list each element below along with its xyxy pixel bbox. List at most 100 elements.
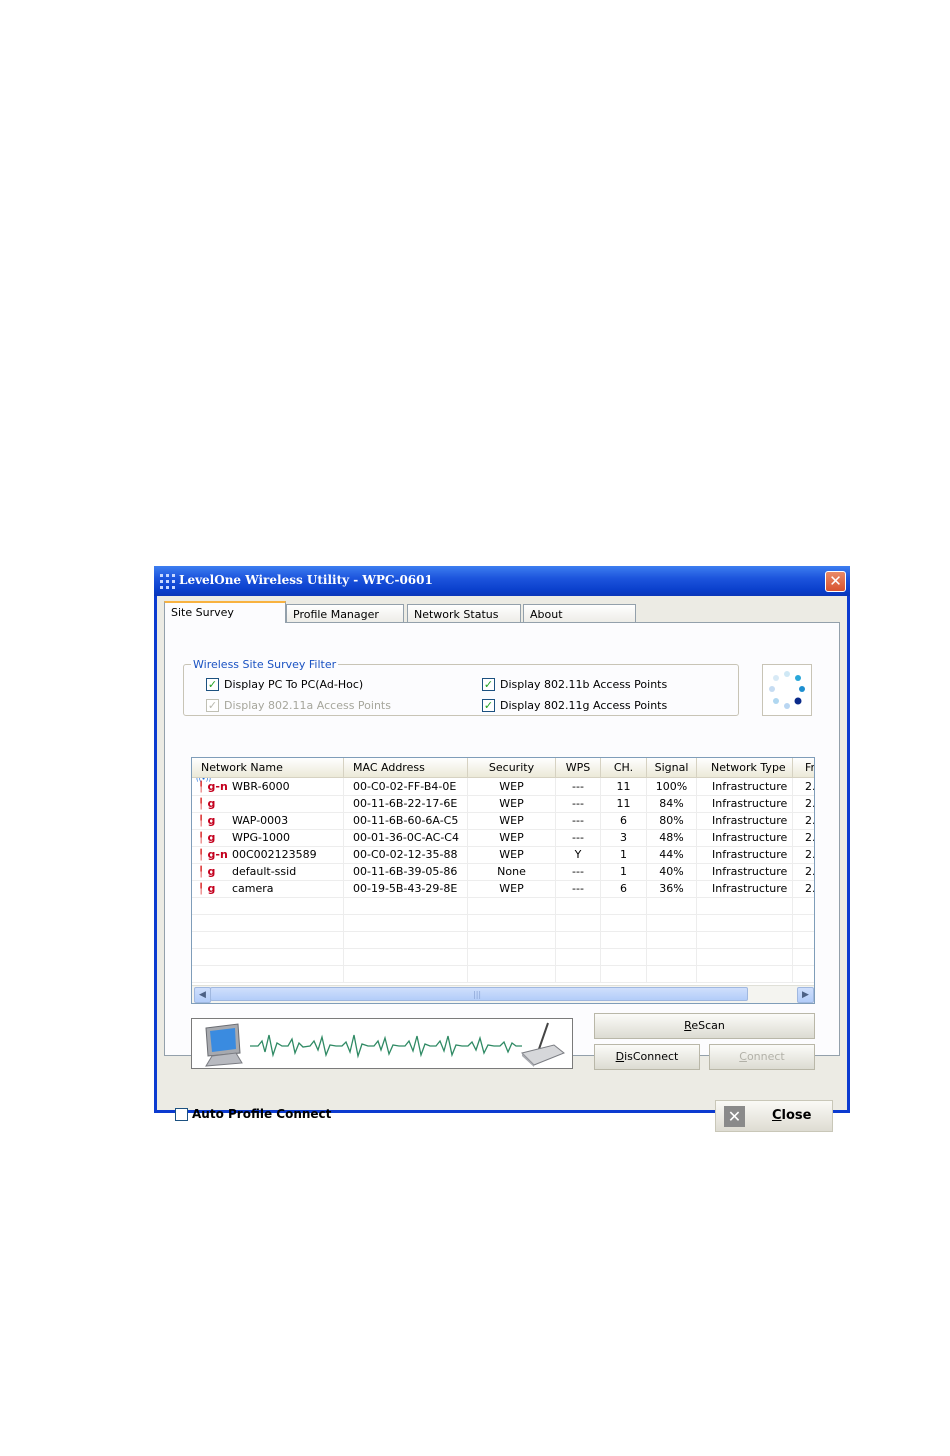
network-band-icon: ╿ g	[198, 863, 215, 880]
fr-cell: 2.	[793, 812, 814, 829]
scroll-left-icon[interactable]: ◀	[194, 987, 211, 1003]
mac-cell: 00-01-36-0C-AC-C4	[344, 829, 468, 846]
pc-to-ap-signal-icon	[205, 1022, 565, 1067]
antenna-icon: ╿	[198, 833, 208, 844]
auto-profile-check-icon[interactable]	[175, 1107, 188, 1121]
signal-cell	[647, 965, 697, 982]
network-list[interactable]: Network Name MAC Address Security WPS CH…	[191, 757, 815, 1004]
table-row[interactable]: ╿ g WAP-0003 00-11-6B-60-6A-C5 WEP --- 6 80% In…	[192, 812, 814, 830]
security-cell	[468, 965, 556, 982]
ch-cell: 6	[601, 812, 647, 829]
table-row[interactable]: ╿ g WPG-1000 00-01-36-0C-AC-C4 WEP --- 3 48% In…	[192, 829, 814, 847]
antenna-icon: ╿	[198, 816, 208, 827]
spinner-icon	[769, 671, 805, 709]
table-row[interactable]: ╿ g camera 00-19-5B-43-29-8E WEP --- 6 36% Infr…	[192, 880, 814, 898]
scroll-grip: |||	[473, 990, 482, 999]
col-frequency[interactable]: Fr	[793, 758, 814, 777]
tab-profile-manager[interactable]: Profile Manager	[286, 604, 404, 623]
security-cell: WEP	[468, 846, 556, 863]
empty-row	[192, 931, 814, 949]
80211a-check-icon: ✓	[206, 699, 219, 712]
table-row[interactable]: ╿ g-n 00C002123589 00-C0-02-12-35-88 WEP Y 1 4…	[192, 846, 814, 864]
band-label: g	[207, 882, 216, 895]
network-name-cell	[192, 914, 344, 931]
mac-cell: 00-19-5B-43-29-8E	[344, 880, 468, 897]
checkbox-adhoc[interactable]: ✓ Display PC To PC(Ad-Hoc)	[206, 678, 363, 691]
empty-row	[192, 965, 814, 983]
connect-button[interactable]: Connect	[709, 1044, 815, 1070]
ch-cell: 6	[601, 880, 647, 897]
table-row[interactable]: ╿ g 00-11-6B-22-17-6E WEP --- 11 84% Infrastru…	[192, 795, 814, 813]
type-cell	[697, 948, 793, 965]
connected-wave-icon: ((•))	[196, 778, 212, 783]
network-name: WBR-6000	[232, 780, 290, 793]
tab-network-status[interactable]: Network Status	[407, 604, 521, 623]
type-cell: Infrastructure	[697, 863, 793, 880]
scroll-thumb[interactable]: |||	[210, 987, 748, 1001]
wps-cell: Y	[556, 846, 601, 863]
network-name-cell: ╿ g-n 00C002123589	[192, 846, 344, 863]
checkbox-80211g[interactable]: ✓ Display 802.11g Access Points	[482, 699, 667, 712]
fr-cell: 2.	[793, 829, 814, 846]
signal-cell: 40%	[647, 863, 697, 880]
list-header: Network Name MAC Address Security WPS CH…	[192, 758, 814, 778]
band-label: g	[207, 831, 216, 844]
auto-profile-connect-label: Auto Profile Connect	[192, 1107, 332, 1121]
title-bar[interactable]: LevelOne Wireless Utility - WPC-0601 ✕	[154, 566, 850, 596]
wps-cell	[556, 931, 601, 948]
network-name: default-ssid	[232, 865, 297, 878]
adhoc-check-icon[interactable]: ✓	[206, 678, 219, 691]
type-cell	[697, 931, 793, 948]
network-name: 00C002123589	[232, 848, 317, 861]
mac-cell: 00-C0-02-12-35-88	[344, 846, 468, 863]
tab-site-survey[interactable]: Site Survey	[164, 601, 286, 623]
network-name-cell	[192, 931, 344, 948]
checkbox-adhoc-label: Display PC To PC(Ad-Hoc)	[224, 678, 364, 691]
security-cell	[468, 914, 556, 931]
type-cell	[697, 965, 793, 982]
close-button[interactable]: ✕ Close	[715, 1100, 833, 1132]
mac-cell: 00-C0-02-FF-B4-0E	[344, 778, 468, 795]
signal-cell	[647, 948, 697, 965]
window-close-icon[interactable]: ✕	[825, 571, 846, 592]
type-cell: Infrastructure	[697, 846, 793, 863]
auto-profile-connect-checkbox[interactable]: Auto Profile Connect	[175, 1107, 331, 1121]
horizontal-scrollbar[interactable]: ◀ ||| ▶	[192, 985, 814, 1003]
wps-cell	[556, 948, 601, 965]
col-signal[interactable]: Signal	[647, 758, 697, 777]
table-row[interactable]: ((•)) ╿ g-n WBR-6000 00-C0-02-FF-B4-0E WEP --…	[192, 778, 814, 796]
80211b-check-icon[interactable]: ✓	[482, 678, 495, 691]
network-band-icon: ╿ g	[198, 795, 215, 812]
col-network-name[interactable]: Network Name	[192, 758, 344, 777]
80211g-check-icon[interactable]: ✓	[482, 699, 495, 712]
network-name-cell: ╿ g WPG-1000	[192, 829, 344, 846]
network-band-icon: ╿ g	[198, 812, 215, 829]
disconnect-button[interactable]: DisConnect	[594, 1044, 700, 1070]
mac-cell: 00-11-6B-22-17-6E	[344, 795, 468, 812]
network-name: WPG-1000	[232, 831, 290, 844]
col-channel[interactable]: CH.	[601, 758, 647, 777]
network-name-cell: ╿ g camera	[192, 880, 344, 897]
type-cell	[697, 914, 793, 931]
security-cell	[468, 948, 556, 965]
network-band-icon: ((•)) ╿ g-n	[196, 778, 228, 795]
network-name-cell: ╿ g default-ssid	[192, 863, 344, 880]
connection-graphic	[191, 1018, 573, 1069]
tab-about[interactable]: About	[523, 604, 636, 623]
scroll-right-icon[interactable]: ▶	[797, 987, 814, 1003]
type-cell	[697, 897, 793, 914]
wps-cell	[556, 965, 601, 982]
col-network-type[interactable]: Network Type	[697, 758, 793, 777]
empty-row	[192, 914, 814, 932]
table-row[interactable]: ╿ g default-ssid 00-11-6B-39-05-86 None --- 1…	[192, 863, 814, 881]
col-mac-address[interactable]: MAC Address	[344, 758, 468, 777]
checkbox-80211b[interactable]: ✓ Display 802.11b Access Points	[482, 678, 667, 691]
col-wps[interactable]: WPS	[556, 758, 601, 777]
col-security[interactable]: Security	[468, 758, 556, 777]
signal-cell: 44%	[647, 846, 697, 863]
rescan-button[interactable]: ReScan	[594, 1013, 815, 1039]
network-band-icon: ╿ g	[198, 880, 215, 897]
mac-cell	[344, 931, 468, 948]
checkbox-80211a-label: Display 802.11a Access Points	[224, 699, 391, 712]
network-name-cell: ╿ g WAP-0003	[192, 812, 344, 829]
